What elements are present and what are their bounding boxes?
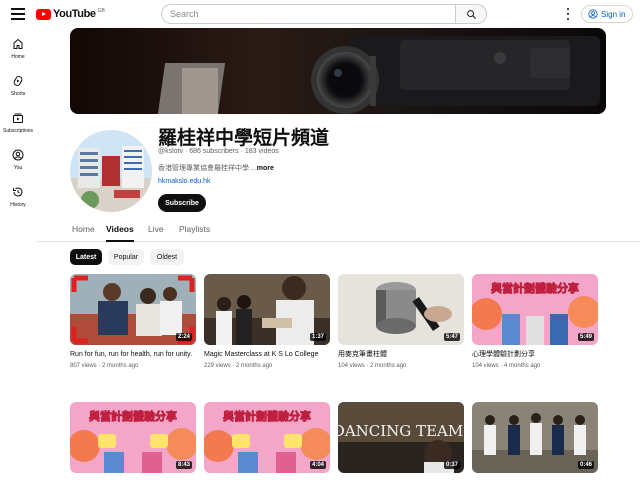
video-duration: 0:46 bbox=[577, 461, 594, 469]
video-card[interactable]: DANCING TEAM 0:37 bbox=[338, 402, 464, 473]
account-icon bbox=[588, 9, 598, 19]
channel-banner bbox=[70, 28, 606, 114]
sidebar-item-subscriptions[interactable]: Subscriptions bbox=[0, 104, 36, 141]
tab-videos[interactable]: Videos bbox=[106, 224, 134, 242]
video-thumbnail[interactable]: 與當計劃體驗分享 8:43 bbox=[70, 402, 196, 473]
tab-playlists[interactable]: Playlists bbox=[179, 224, 210, 242]
chip-latest[interactable]: Latest bbox=[70, 249, 102, 265]
sidebar-item-label: History bbox=[10, 202, 26, 208]
view-count: 104 views bbox=[472, 363, 499, 369]
video-meta: 229 views · 2 months ago bbox=[204, 363, 330, 369]
youtube-logo[interactable]: YouTube GB bbox=[36, 8, 105, 20]
upload-age: 2 months ago bbox=[370, 363, 407, 369]
country-code: GB bbox=[97, 7, 105, 14]
top-bar: YouTube GB Sign in bbox=[0, 0, 640, 28]
tab-home[interactable]: Home bbox=[72, 224, 95, 242]
video-card[interactable]: 與當計劃體驗分享 8:43 bbox=[70, 402, 196, 473]
camera-banner-image bbox=[157, 36, 600, 114]
video-duration: 2:24 bbox=[175, 333, 192, 341]
video-title[interactable]: Run for fun, run for health, run for uni… bbox=[70, 350, 196, 360]
sidebar-item-you[interactable]: You bbox=[0, 141, 36, 178]
channel-handle: @kslotv bbox=[158, 148, 183, 155]
search-icon bbox=[466, 9, 476, 19]
channel-link[interactable]: hkmakslo.edu.hk bbox=[158, 178, 211, 185]
tab-live[interactable]: Live bbox=[148, 224, 164, 242]
subscribe-button[interactable]: Subscribe bbox=[158, 194, 206, 212]
channel-meta: @kslotv · 686 subscribers · 183 videos bbox=[158, 148, 279, 155]
video-thumbnail[interactable]: 1:37 bbox=[204, 274, 330, 345]
video-title[interactable]: 心理學體驗計劃分享 bbox=[472, 350, 598, 360]
video-thumbnail[interactable]: 與當計劃體驗分享 5:49 bbox=[472, 274, 598, 345]
video-card[interactable]: 與當計劃體驗分享 4:04 bbox=[204, 402, 330, 473]
chip-oldest[interactable]: Oldest bbox=[150, 249, 184, 265]
logo-text: YouTube bbox=[53, 8, 96, 20]
sidebar-item-label: Subscriptions bbox=[2, 128, 33, 134]
view-count: 229 views bbox=[204, 363, 231, 369]
video-thumbnail[interactable]: 0:46 bbox=[472, 402, 598, 473]
video-duration: 8:43 bbox=[175, 461, 192, 469]
video-duration: 0:37 bbox=[443, 461, 460, 469]
search-button[interactable] bbox=[455, 4, 487, 24]
thumbnail-overlay-text: 與當計劃體驗分享 bbox=[89, 409, 177, 423]
search-input[interactable] bbox=[161, 4, 455, 24]
subscriptions-icon bbox=[13, 113, 23, 123]
more-options-icon[interactable] bbox=[563, 8, 573, 20]
channel-description[interactable]: 香港管理專業協會羅桂祥中學 ...more bbox=[158, 163, 274, 173]
menu-icon[interactable] bbox=[11, 8, 25, 20]
upload-age: 2 months ago bbox=[102, 363, 139, 369]
video-thumbnail[interactable]: DANCING TEAM 0:37 bbox=[338, 402, 464, 473]
sidebar: Home Shorts Subscriptions You History bbox=[0, 30, 36, 215]
view-count: 807 views bbox=[70, 363, 97, 369]
subscriber-count: 686 subscribers bbox=[189, 148, 239, 155]
sign-in-label: Sign in bbox=[601, 9, 626, 19]
video-thumbnail[interactable]: 2:24 bbox=[70, 274, 196, 345]
sidebar-item-shorts[interactable]: Shorts bbox=[0, 67, 36, 104]
description-text: 香港管理專業協會羅桂祥中學 ... bbox=[158, 165, 257, 172]
video-card[interactable]: 0:46 bbox=[472, 402, 598, 473]
video-meta: 104 views · 4 months ago bbox=[472, 363, 598, 369]
video-count: 183 videos bbox=[244, 148, 279, 155]
sidebar-item-history[interactable]: History bbox=[0, 178, 36, 215]
video-card[interactable]: 2:24 Run for fun, run for health, run fo… bbox=[70, 274, 196, 369]
chip-popular[interactable]: Popular bbox=[108, 249, 144, 265]
video-card[interactable]: 1:37 Magic Masterclass at K S Lo College… bbox=[204, 274, 330, 369]
shorts-icon bbox=[13, 76, 23, 86]
video-duration: 5:47 bbox=[443, 333, 460, 341]
upload-age: 4 months ago bbox=[504, 363, 541, 369]
video-meta: 807 views · 2 months ago bbox=[70, 363, 196, 369]
sidebar-item-label: Shorts bbox=[10, 91, 26, 97]
upload-age: 2 months ago bbox=[236, 363, 273, 369]
video-duration: 4:04 bbox=[309, 461, 326, 469]
more-link[interactable]: more bbox=[257, 165, 274, 172]
video-title[interactable]: Magic Masterclass at K S Lo College bbox=[204, 350, 330, 360]
channel-avatar[interactable] bbox=[70, 130, 152, 212]
sign-in-button[interactable]: Sign in bbox=[581, 5, 633, 23]
video-card[interactable]: 與當計劃體驗分享 5:49 心理學體驗計劃分享 104 views · 4 mo… bbox=[472, 274, 598, 369]
you-icon bbox=[12, 149, 24, 161]
history-icon bbox=[13, 187, 23, 197]
video-thumbnail[interactable]: 5:47 bbox=[338, 274, 464, 345]
sidebar-item-label: Home bbox=[11, 54, 25, 60]
thumbnail-overlay-text: DANCING TEAM bbox=[338, 422, 463, 440]
youtube-play-icon bbox=[36, 8, 51, 20]
thumbnail-overlay-text: 與當計劃體驗分享 bbox=[491, 281, 579, 295]
avatar-image bbox=[70, 130, 152, 212]
video-duration: 5:49 bbox=[577, 333, 594, 341]
video-meta: 104 views · 2 months ago bbox=[338, 363, 464, 369]
channel-tabs: Home Videos Live Playlists bbox=[36, 220, 640, 242]
search-bar bbox=[161, 4, 487, 24]
video-card[interactable]: 5:47 用麥克筆畫柱體 104 views · 2 months ago bbox=[338, 274, 464, 369]
thumbnail-overlay-text: 與當計劃體驗分享 bbox=[223, 409, 311, 423]
video-duration: 1:37 bbox=[309, 333, 326, 341]
sidebar-item-home[interactable]: Home bbox=[0, 30, 36, 67]
video-thumbnail[interactable]: 與當計劃體驗分享 4:04 bbox=[204, 402, 330, 473]
video-title[interactable]: 用麥克筆畫柱體 bbox=[338, 350, 464, 360]
home-icon bbox=[13, 38, 23, 49]
view-count: 104 views bbox=[338, 363, 365, 369]
sidebar-item-label: You bbox=[13, 165, 23, 171]
channel-name: 羅桂祥中學短片頻道 bbox=[158, 128, 330, 149]
